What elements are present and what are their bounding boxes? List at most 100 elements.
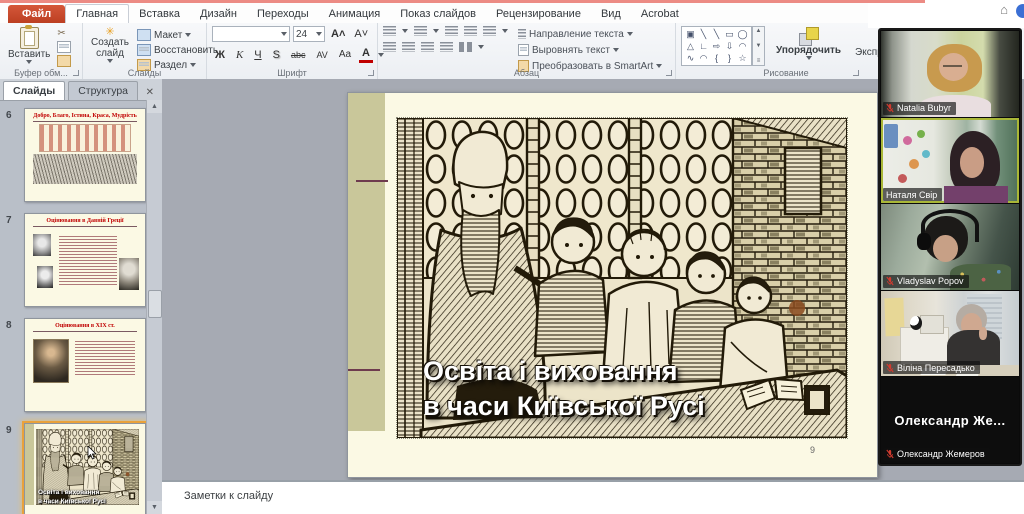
slide-number-9: 9 — [6, 425, 12, 436]
ribbon-tab-slideshow[interactable]: Показ слайдов — [390, 5, 486, 23]
columns-icon[interactable] — [459, 42, 472, 52]
increase-indent-icon[interactable] — [464, 26, 477, 36]
slide-thumbnail-9[interactable]: Освіта і виховання в часи Київської Русі — [24, 423, 146, 514]
group-label-slides: Слайды — [83, 68, 206, 78]
slide-thumbnail-8[interactable]: Оцінювання в XIX ст. — [24, 318, 146, 412]
change-case-button[interactable]: Aa — [336, 48, 354, 62]
paste-dropdown-arrow[interactable] — [26, 60, 32, 64]
participant-tile-1[interactable]: Natalia Bubyr — [881, 31, 1019, 117]
participant-tile-5[interactable]: Олександр Же... Олександр Жемеров — [881, 377, 1019, 463]
ribbon-tab-transitions[interactable]: Переходы — [247, 5, 319, 23]
char-spacing-button[interactable]: AV — [313, 48, 330, 62]
paste-label: Вставить — [8, 49, 50, 60]
drawing-dialog-launcher[interactable] — [853, 70, 859, 76]
ribbon-tab-review[interactable]: Рецензирование — [486, 5, 591, 23]
italic-button[interactable]: К — [233, 48, 246, 62]
scrollbar-down-icon[interactable]: ▼ — [147, 501, 162, 514]
thumb9-title: Освіта і виховання в часи Київської Русі — [38, 489, 106, 506]
ribbon-tab-acrobat[interactable]: Acrobat — [631, 5, 689, 23]
slide-thumbnail-6[interactable]: Добро, Благо, Істина, Краса, Мудрість — [24, 108, 146, 202]
new-slide-label: Создать слайд — [91, 37, 129, 59]
decrease-indent-icon[interactable] — [445, 26, 458, 36]
arrange-button[interactable]: Упорядочить — [773, 26, 844, 61]
thumbnail-slot-6: 6 Добро, Благо, Істина, Краса, Мудрість — [0, 108, 147, 203]
reset-button[interactable]: Восстановить — [137, 43, 218, 57]
align-text-button[interactable]: Выровнять текст — [518, 43, 662, 57]
ribbon-tab-file[interactable]: Файл — [8, 5, 65, 23]
wall-decor-1 — [903, 136, 912, 145]
copy-icon[interactable] — [57, 41, 71, 53]
slide-number-indicator: 9 — [810, 445, 815, 455]
ribbon-tab-animations[interactable]: Анимация — [319, 5, 391, 23]
slide-thumbnail-7[interactable]: Оцінювання в Давній Греції — [24, 213, 146, 307]
shrink-font-button[interactable]: A˅ — [351, 27, 371, 41]
font-color-button[interactable]: A — [359, 46, 373, 63]
arrange-icon — [799, 27, 819, 45]
text-direction-button[interactable]: Направление текста — [518, 27, 662, 41]
paragraph-dialog-launcher[interactable] — [666, 70, 672, 76]
thumbnail-list: 6 Добро, Благо, Істина, Краса, Мудрість … — [0, 100, 147, 514]
ribbon-tab-home[interactable]: Главная — [65, 4, 129, 23]
paste-icon — [20, 27, 39, 49]
text-direction-icon — [518, 29, 526, 39]
thumb8-portrait — [33, 339, 69, 383]
ribbon: Вставить ✂ Буфер обм... ✳ Создать слайд — [0, 23, 1024, 80]
scrollbar-thumb[interactable] — [148, 290, 162, 318]
participant-tile-3[interactable]: Vladyslav Popov — [881, 204, 1019, 290]
group-label-drawing: Рисование — [676, 68, 896, 78]
font-name-combo[interactable] — [212, 26, 290, 42]
ribbon-tab-design[interactable]: Дизайн — [190, 5, 247, 23]
thumb6-image-medieval — [39, 124, 131, 152]
participant-tile-2[interactable]: Наталя Свір — [881, 118, 1019, 204]
underline-button[interactable]: Ч — [251, 48, 264, 62]
thumb7-bust-1 — [33, 234, 51, 256]
format-painter-icon[interactable] — [57, 55, 71, 67]
align-center-icon[interactable] — [402, 42, 415, 52]
align-right-icon[interactable] — [421, 42, 434, 52]
layout-icon — [137, 29, 151, 41]
clipboard-dialog-launcher[interactable] — [73, 70, 79, 76]
panel-scrollbar[interactable]: ▲ ▼ — [146, 100, 162, 514]
cut-icon[interactable]: ✂ — [57, 28, 71, 39]
panel-tab-outline[interactable]: Структура — [68, 81, 138, 100]
bullets-icon[interactable] — [383, 26, 396, 36]
text-shadow-button[interactable]: S — [270, 48, 283, 62]
ribbon-tab-insert[interactable]: Вставка — [129, 5, 190, 23]
grow-font-button[interactable]: A˄ — [328, 27, 348, 41]
participant-tile-4[interactable]: Вiлiна Пересадько — [881, 291, 1019, 377]
slide-image-placeholder[interactable]: Освіта і виховання в часи Київської Русі — [396, 117, 848, 439]
justify-icon[interactable] — [440, 42, 453, 52]
shapes-scroll[interactable]: ▲▼≡ — [752, 26, 765, 66]
new-slide-dropdown-arrow[interactable] — [107, 59, 113, 63]
paste-button[interactable]: Вставить — [5, 26, 53, 67]
wall-decor-blue — [884, 124, 898, 148]
participant-name-label: Вiлiна Пересадько — [883, 361, 980, 374]
new-slide-button[interactable]: ✳ Создать слайд — [88, 26, 132, 72]
current-slide[interactable]: Освіта і виховання в часи Київської Русі… — [347, 92, 878, 478]
group-font: 24 A˄ A˅ Ж К Ч S abc AV Aa A Шрифт — [207, 23, 378, 79]
app-indicator-icon — [1016, 4, 1024, 18]
group-clipboard: Вставить ✂ Буфер обм... — [0, 23, 83, 79]
shapes-gallery[interactable]: ▣╲ ╲▭ ◯△ ∟⇨ ⇩◠ ∿◠ {} ☆ — [681, 26, 752, 66]
panel-tab-slides[interactable]: Слайды — [3, 81, 65, 100]
group-label-paragraph: Абзац — [378, 68, 675, 78]
panel-close-icon[interactable]: ✕ — [144, 85, 156, 100]
line-spacing-icon[interactable] — [483, 26, 496, 36]
person-body — [944, 186, 1007, 203]
wall-decor-2 — [917, 130, 925, 138]
thumb7-bust-2 — [37, 266, 53, 288]
strikethrough-button[interactable]: abc — [288, 48, 309, 62]
scrollbar-up-icon[interactable]: ▲ — [147, 100, 162, 113]
bold-button[interactable]: Ж — [212, 48, 228, 62]
slide-accent-line-bottom — [348, 369, 380, 371]
work-area: Слайды Структура ✕ 6 Добро, Благо, Істин… — [0, 79, 1024, 514]
layout-button[interactable]: Макет — [137, 28, 218, 42]
font-size-combo[interactable]: 24 — [293, 26, 325, 42]
ribbon-tab-view[interactable]: Вид — [591, 5, 631, 23]
numbering-icon[interactable] — [414, 26, 427, 36]
font-dialog-launcher[interactable] — [368, 70, 374, 76]
video-call-window[interactable]: Natalia Bubyr Наталя Свір V — [878, 28, 1022, 466]
slides-panel: Слайды Структура ✕ 6 Добро, Благо, Істин… — [0, 79, 163, 514]
notes-pane[interactable]: Заметки к слайду — [162, 480, 1024, 514]
align-left-icon[interactable] — [383, 42, 396, 52]
